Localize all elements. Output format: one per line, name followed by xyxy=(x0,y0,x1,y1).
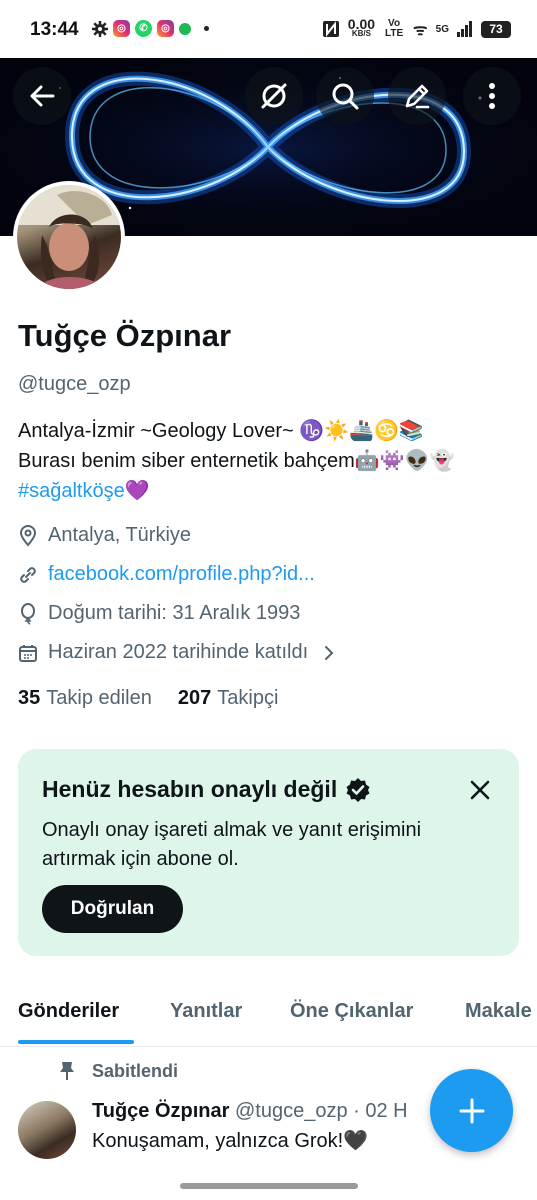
tab-posts[interactable]: Gönderiler xyxy=(18,1000,119,1023)
back-arrow-icon xyxy=(30,85,55,107)
back-button[interactable] xyxy=(13,67,71,125)
profile-avatar[interactable] xyxy=(13,181,125,293)
post-header: Tuğçe Özpınar @tugce_ozp · 02 H xyxy=(92,1100,408,1123)
calendar-icon xyxy=(19,644,37,662)
link-icon xyxy=(20,566,36,583)
promo-title: Henüz hesabın onaylı değil xyxy=(42,776,371,803)
status-bar: 13:44 ◎ ✆ ◎ 0.00 KB/S Vo LTE ᯤ 5G 73 xyxy=(0,0,537,58)
post-avatar[interactable] xyxy=(18,1101,76,1159)
following-link[interactable]: 35 Takip edilen xyxy=(18,687,152,710)
gesture-navigation-bar[interactable] xyxy=(180,1183,358,1189)
close-icon xyxy=(470,780,490,800)
website-row: facebook.com/profile.php?id... xyxy=(18,563,315,586)
post-text[interactable]: Konuşamam, yalnızca Grok!🖤 xyxy=(92,1128,368,1153)
profile-name: Tuğçe Özpınar xyxy=(18,318,232,353)
battery-indicator: 73 xyxy=(481,20,511,38)
bio-hashtag-link[interactable]: #sağaltköşe xyxy=(18,480,125,502)
pinned-label: Sabitlendi xyxy=(58,1060,178,1082)
post-author[interactable]: Tuğçe Özpınar xyxy=(92,1100,229,1122)
followers-link[interactable]: 207 Takipçi xyxy=(178,687,279,710)
profile-handle: @tugce_ozp xyxy=(18,373,131,395)
followers-label: Takipçi xyxy=(217,687,279,709)
birthday-row: Doğum tarihi: 31 Aralık 1993 xyxy=(18,602,300,625)
active-tab-indicator xyxy=(18,1040,134,1044)
joined-row[interactable]: Haziran 2022 tarihinde katıldı xyxy=(18,641,336,664)
promo-title-text: Henüz hesabın onaylı değil xyxy=(42,776,338,802)
net-speed: 0.00 xyxy=(347,16,376,32)
compose-post-button[interactable] xyxy=(430,1069,513,1152)
plus-icon xyxy=(459,1098,484,1123)
verify-button[interactable]: Doğrulan xyxy=(42,885,183,933)
instagram-icon: ◎ xyxy=(157,20,174,37)
nfc-icon xyxy=(322,21,339,37)
notification-icons: ◎ ✆ ◎ xyxy=(92,20,209,37)
location-row: Antalya, Türkiye xyxy=(18,524,191,547)
instagram-icon: ◎ xyxy=(113,20,130,37)
edit-icon xyxy=(405,84,430,109)
avatar-photo xyxy=(17,185,121,289)
tab-replies[interactable]: Yanıtlar xyxy=(170,1000,242,1023)
more-notifications-dot-icon xyxy=(204,26,209,31)
tab-articles[interactable]: Makale xyxy=(465,1000,532,1023)
following-count: 35 xyxy=(18,687,41,709)
chevron-right-icon xyxy=(325,645,334,660)
net-speed-unit: KB/S xyxy=(351,29,371,38)
post-meta: @tugce_ozp · 02 H xyxy=(234,1100,408,1122)
profile-tabs: Gönderiler Yanıtlar Öne Çıkanlar Makale xyxy=(0,990,537,1047)
website-link[interactable]: facebook.com/profile.php?id... xyxy=(48,563,315,586)
grok-icon xyxy=(261,83,287,109)
system-icons: 0.00 KB/S Vo LTE ᯤ 5G 73 xyxy=(322,16,511,40)
signal-bars-icon xyxy=(457,21,472,37)
following-label: Takip edilen xyxy=(46,687,152,709)
signal-label: 5G xyxy=(435,23,449,35)
edit-button[interactable] xyxy=(388,67,446,125)
pin-icon xyxy=(60,1062,74,1080)
promo-close-button[interactable] xyxy=(465,775,495,805)
tab-highlights[interactable]: Öne Çıkanlar xyxy=(290,1000,413,1023)
location-pin-icon xyxy=(19,524,37,547)
more-options-button[interactable] xyxy=(463,67,521,125)
bio-line: Burası benim siber enternetik bahçem🤖👾👽👻 xyxy=(18,450,455,472)
followers-count: 207 xyxy=(177,687,212,709)
pinned-text: Sabitlendi xyxy=(92,1060,179,1081)
joined-text: Haziran 2022 tarihinde katıldı xyxy=(48,641,309,663)
more-icon xyxy=(489,83,495,109)
promo-text: Onaylı onay işareti almak ve yanıt erişi… xyxy=(42,819,422,870)
whatsapp-icon: ✆ xyxy=(135,20,152,37)
search-icon xyxy=(332,83,359,110)
verified-badge-icon xyxy=(346,777,370,802)
location-text: Antalya, Türkiye xyxy=(48,524,192,546)
bio-line: Antalya-İzmir ~Geology Lover~ ♑☀️🚢♋📚 xyxy=(18,420,424,442)
birthday-text: Doğum tarihi: 31 Aralık 1993 xyxy=(48,602,301,624)
verification-promo-card: Henüz hesabın onaylı değil Onaylı onay i… xyxy=(18,749,519,956)
follow-stats: 35 Takip edilen 207 Takipçi xyxy=(18,687,278,710)
spotify-icon xyxy=(179,22,191,35)
volte-label: Vo LTE xyxy=(384,18,404,39)
wifi-icon: ᯤ xyxy=(413,22,428,39)
balloon-icon xyxy=(21,602,35,625)
search-button[interactable] xyxy=(316,67,374,125)
grok-button[interactable] xyxy=(245,67,303,125)
status-time: 13:44 xyxy=(30,19,79,40)
profile-bio: Antalya-İzmir ~Geology Lover~ ♑☀️🚢♋📚 Bur… xyxy=(18,416,528,506)
bio-hashtag-emoji: 💜 xyxy=(124,480,150,502)
settings-gear-icon xyxy=(92,20,108,37)
